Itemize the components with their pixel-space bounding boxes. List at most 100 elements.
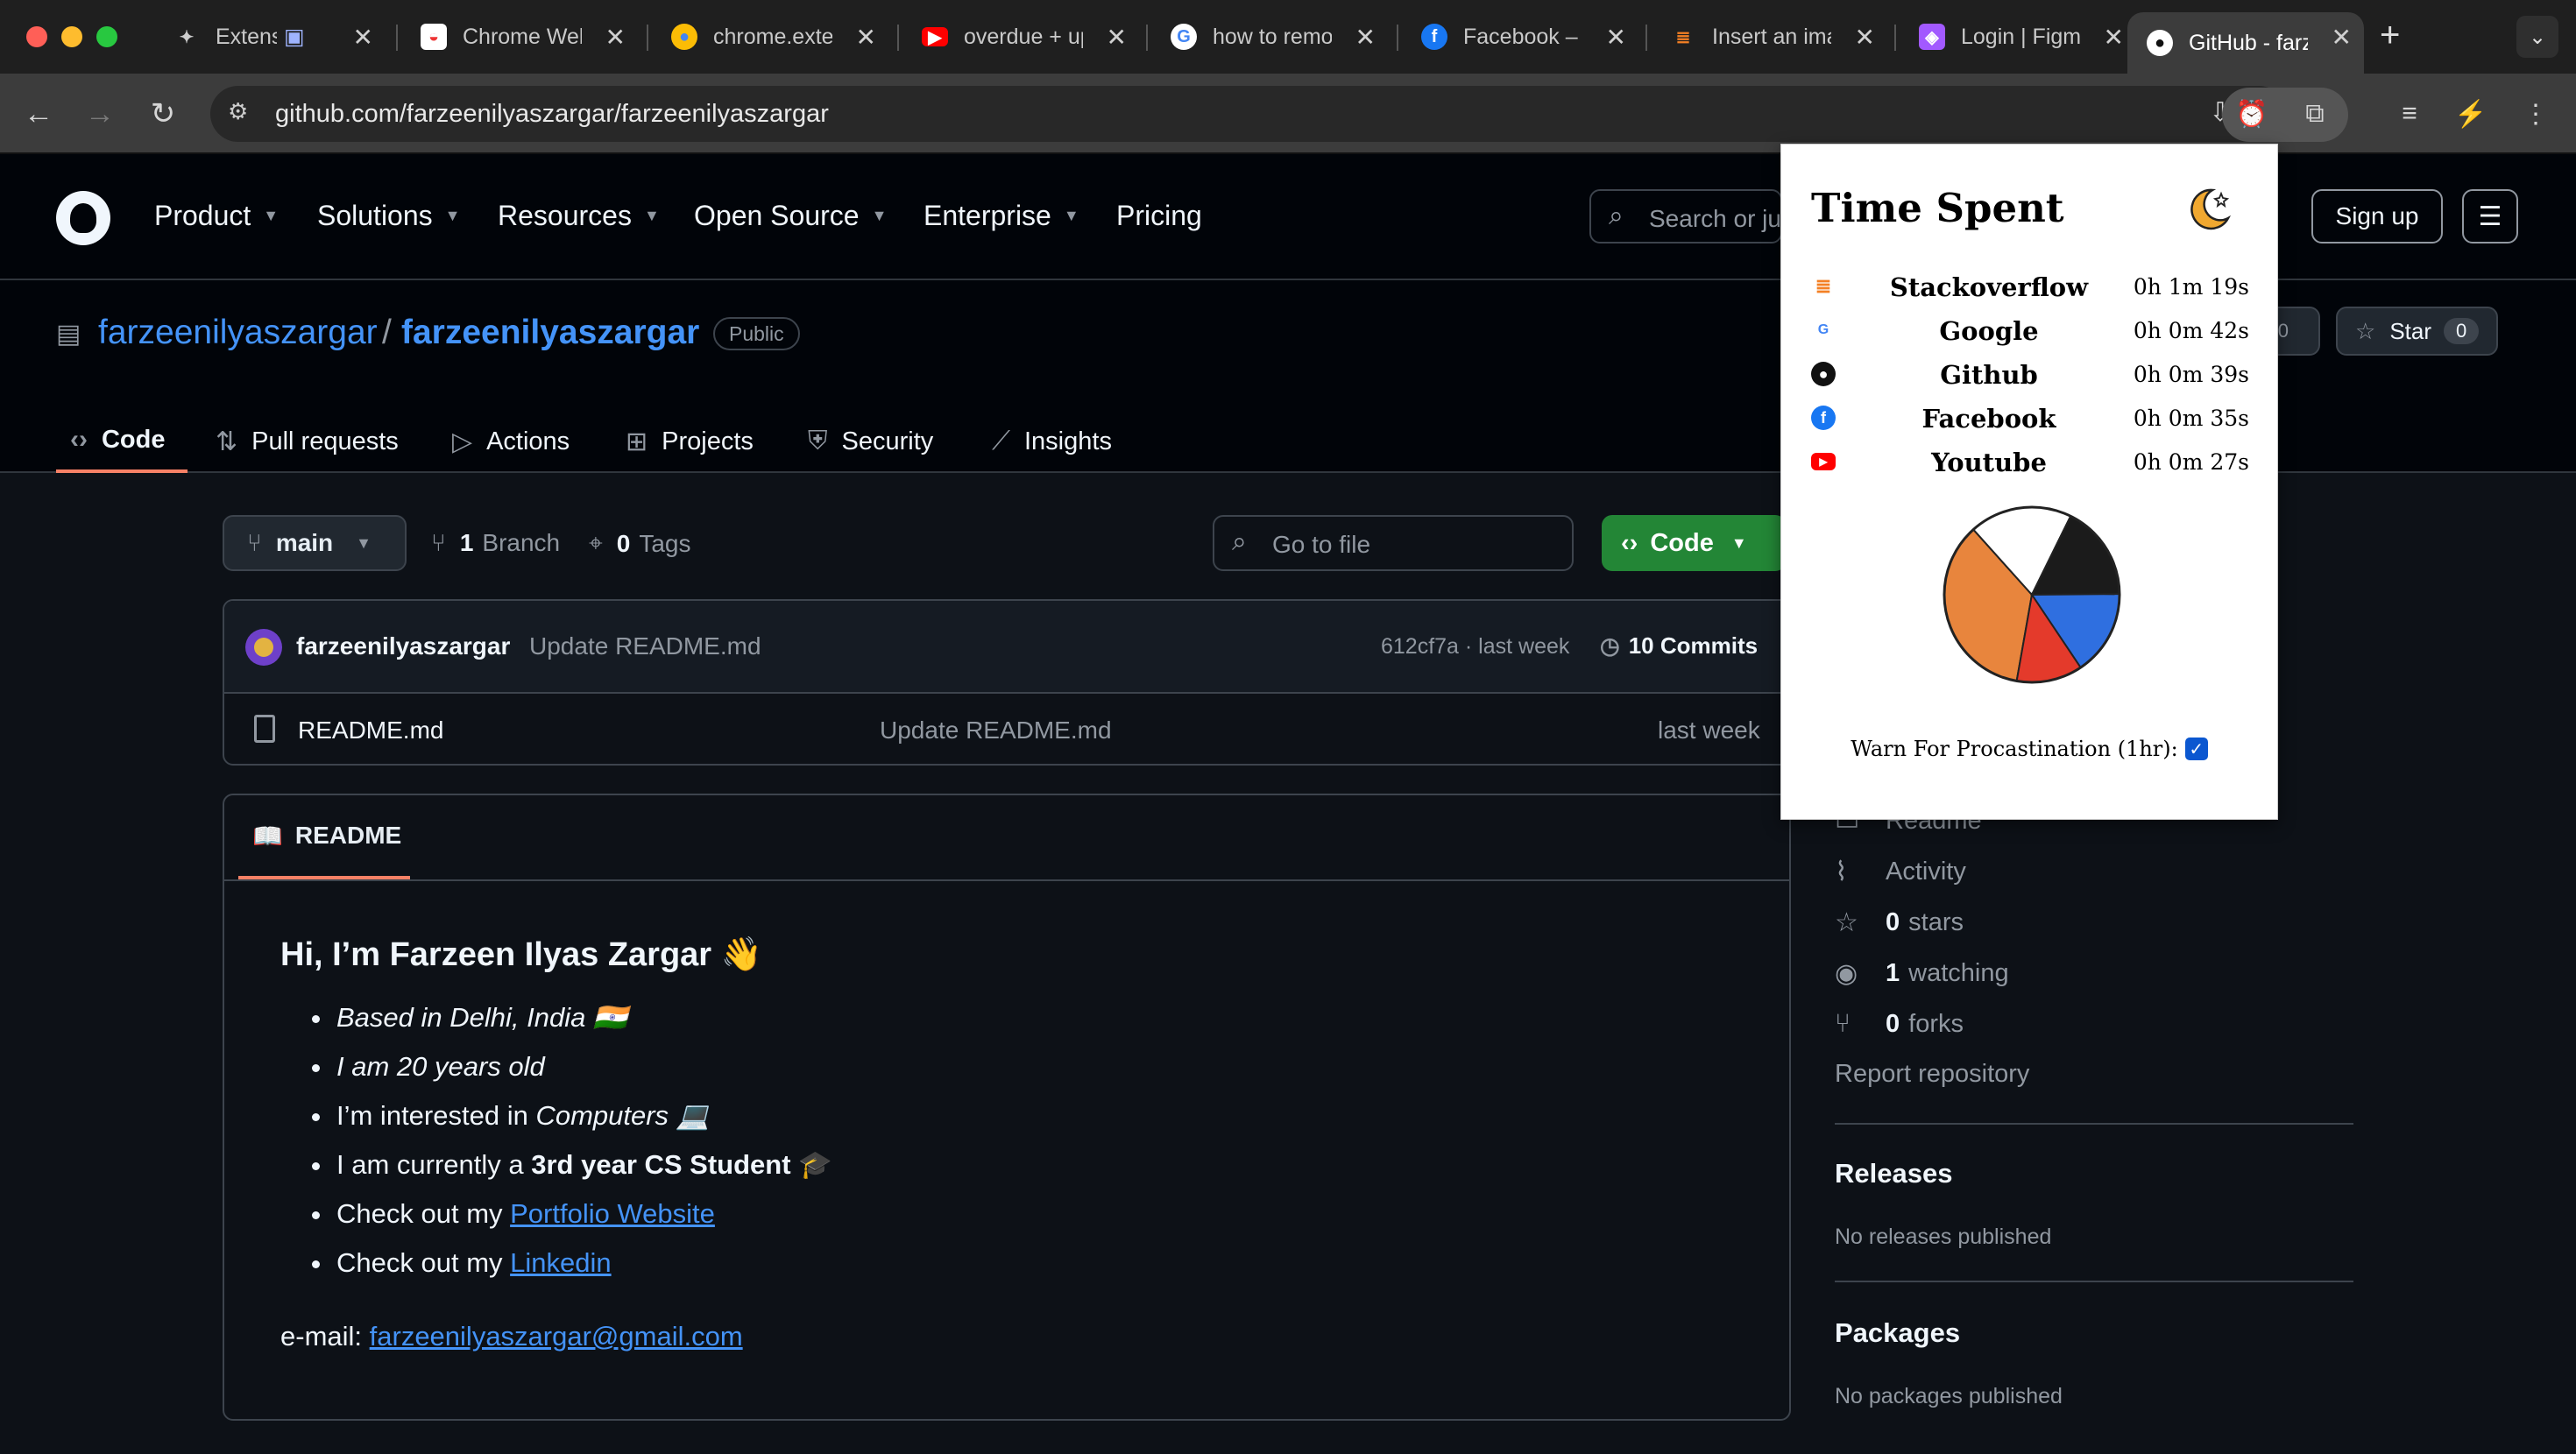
file-commit-message[interactable]: Update README.md: [880, 716, 1112, 745]
tab-pull-requests[interactable]: ⇅ Pull requests: [216, 410, 399, 473]
reload-button[interactable]: ↻: [140, 91, 186, 137]
moon-stars-icon[interactable]: [2183, 183, 2235, 236]
sidebar-activity-link[interactable]: ⌇ Activity: [1835, 857, 1966, 887]
tab-security[interactable]: ⛨ Security: [808, 410, 933, 473]
close-tab-icon[interactable]: ✕: [1855, 23, 1875, 52]
branch-select-button[interactable]: ⑂ main ▼: [223, 515, 407, 571]
settings-sliders-icon[interactable]: ☰: [2462, 189, 2518, 244]
list-item: I am 20 years old: [280, 1049, 832, 1098]
browser-tab[interactable]: ▶overdue + update✕: [902, 12, 1139, 61]
readme-tab[interactable]: 📖 README: [238, 795, 410, 879]
warn-procrastination-checkbox[interactable]: ✓: [2184, 738, 2208, 760]
tab-code[interactable]: ‹› Code: [56, 410, 188, 473]
readme-heading: Hi, I’m Farzeen Ilyas Zargar 👋: [280, 936, 762, 973]
maximize-window-button[interactable]: [96, 26, 117, 47]
close-tab-icon[interactable]: ✕: [2332, 23, 2352, 52]
close-tab-icon[interactable]: ✕: [1355, 23, 1376, 52]
youtube-icon: ▶: [922, 27, 948, 47]
site-row-google: G Google 0h 0m 42s: [1811, 313, 2249, 356]
nav-open-source[interactable]: Open Source ▼: [694, 200, 887, 232]
address-url[interactable]: github.com/farzeenilyaszargar/farzeenily…: [275, 100, 829, 129]
browser-tab[interactable]: ◒Chrome Web Store✕: [401, 12, 638, 61]
close-tab-icon[interactable]: ✕: [1606, 23, 1626, 52]
figma-icon: ◈: [1919, 24, 1945, 50]
minimize-window-button[interactable]: [61, 26, 82, 47]
tab-projects[interactable]: ⊞ Projects: [626, 410, 754, 473]
branches-link[interactable]: ⑂ 1 Branch: [431, 529, 560, 557]
releases-heading[interactable]: Releases: [1835, 1158, 1952, 1189]
close-tab-icon[interactable]: ✕: [856, 23, 876, 52]
caret-down-icon: ▼: [1730, 533, 1747, 552]
email-link[interactable]: farzeenilyaszargar@gmail.com: [370, 1321, 743, 1352]
browser-toolbar: ← → ↻ ⚙ github.com/farzeenilyaszargar/fa…: [0, 74, 2576, 154]
sidebar-stars-link[interactable]: ☆ 0 stars: [1835, 907, 1964, 938]
nav-product[interactable]: Product ▼: [154, 200, 279, 232]
chevron-down-icon: ▼: [263, 207, 280, 224]
back-button[interactable]: ←: [16, 91, 61, 137]
branch-icon: ⑂: [431, 529, 446, 556]
tab-search-button[interactable]: ⌄: [2516, 16, 2558, 58]
repo-icon: ▤: [56, 320, 81, 349]
browser-tab[interactable]: ◈ Login | Figma ✕: [1900, 12, 2136, 61]
close-tab-icon[interactable]: ✕: [353, 23, 373, 52]
commit-author-link[interactable]: farzeenilyaszargar: [296, 632, 510, 660]
browser-tab[interactable]: ≣Insert an image✕: [1651, 12, 1887, 61]
extensions-puzzle-icon[interactable]: ⧉: [2294, 93, 2336, 135]
browser-tab-active[interactable]: ●GitHub - farzeenilyaszargar✕: [2127, 12, 2364, 74]
history-icon: ◷: [1600, 632, 1620, 659]
site-info-icon[interactable]: ⚙: [228, 98, 263, 130]
fork-icon: ⑂: [1835, 1009, 1851, 1038]
repo-name-link[interactable]: farzeenilyaszargar: [401, 314, 699, 352]
close-tab-icon[interactable]: ✕: [605, 23, 626, 52]
sign-up-button[interactable]: Sign up: [2311, 189, 2443, 244]
sidebar-forks-link[interactable]: ⑂ 0 forks: [1835, 1009, 1964, 1039]
linkedin-link[interactable]: Linkedin: [510, 1247, 611, 1278]
browser-tab[interactable]: Ghow to remove✕: [1151, 12, 1388, 61]
browser-menu-icon[interactable]: ⋮: [2515, 93, 2557, 135]
reading-list-icon[interactable]: ≡: [2388, 93, 2431, 135]
sidebar-watching-link[interactable]: ◉ 1 watching: [1835, 958, 2009, 989]
caret-down-icon: ▼: [356, 533, 372, 552]
report-repository-link[interactable]: Report repository: [1835, 1060, 2029, 1089]
browser-tab[interactable]: ●chrome.extension✕: [652, 12, 888, 61]
go-to-file-input[interactable]: ⌕ Go to file: [1213, 515, 1574, 571]
time-spent-extension-icon[interactable]: ⏰: [2231, 93, 2273, 135]
portfolio-link[interactable]: Portfolio Website: [510, 1198, 715, 1229]
nav-resources[interactable]: Resources ▼: [498, 200, 660, 232]
nav-pricing[interactable]: Pricing: [1116, 200, 1202, 232]
nav-solutions[interactable]: Solutions ▼: [317, 200, 460, 232]
star-button[interactable]: ☆ Star 0: [2336, 307, 2499, 356]
github-icon: ●: [2147, 30, 2173, 56]
code-dropdown-button[interactable]: ‹› Code ▼: [1602, 515, 1786, 571]
file-name-link[interactable]: README.md: [298, 716, 443, 745]
tags-link[interactable]: ⌖ 0 Tags: [589, 529, 691, 558]
site-row-youtube: ▶ Youtube 0h 0m 27s: [1811, 444, 2249, 488]
profile-avatar[interactable]: ⚡: [2450, 93, 2492, 135]
github-logo-icon[interactable]: [56, 191, 110, 245]
commit-hash[interactable]: 612cf7a · last week: [1381, 634, 1569, 660]
packages-heading[interactable]: Packages: [1835, 1317, 1960, 1349]
chevron-down-icon: ▼: [1063, 207, 1079, 224]
forward-button[interactable]: →: [77, 91, 123, 137]
address-bar[interactable]: ⚙ github.com/farzeenilyaszargar/farzeeni…: [210, 86, 2287, 142]
close-window-button[interactable]: [26, 26, 47, 47]
close-tab-icon[interactable]: ✕: [2104, 23, 2124, 52]
github-search-input[interactable]: ⌕Search or jump to...: [1589, 189, 1782, 244]
nav-enterprise[interactable]: Enterprise ▼: [924, 200, 1079, 232]
browser-tab[interactable]: fFacebook – log in✕: [1402, 12, 1638, 61]
repo-owner-link[interactable]: farzeenilyaszargar: [98, 314, 378, 352]
table-row[interactable]: README.md Update README.md last week: [224, 694, 1789, 764]
browser-tab[interactable]: ✦Extensions▣✕: [154, 12, 386, 61]
avatar[interactable]: [245, 629, 282, 666]
commits-link[interactable]: ◷ 10 Commits: [1600, 632, 1758, 660]
close-tab-icon[interactable]: ✕: [1107, 23, 1127, 52]
site-row-facebook: f Facebook 0h 0m 35s: [1811, 400, 2249, 444]
list-item: Based in Delhi, India 🇮🇳: [280, 1000, 832, 1049]
tab-actions[interactable]: ▷ Actions: [452, 410, 570, 473]
tab-insights[interactable]: ⟋ Insights: [992, 410, 1112, 473]
commit-message-link[interactable]: Update README.md: [529, 632, 761, 660]
new-tab-button[interactable]: +: [2380, 16, 2400, 55]
shield-icon: ⛨: [808, 427, 828, 455]
star-icon: ☆: [2355, 317, 2376, 344]
stackoverflow-icon: ≣: [1675, 27, 1691, 47]
